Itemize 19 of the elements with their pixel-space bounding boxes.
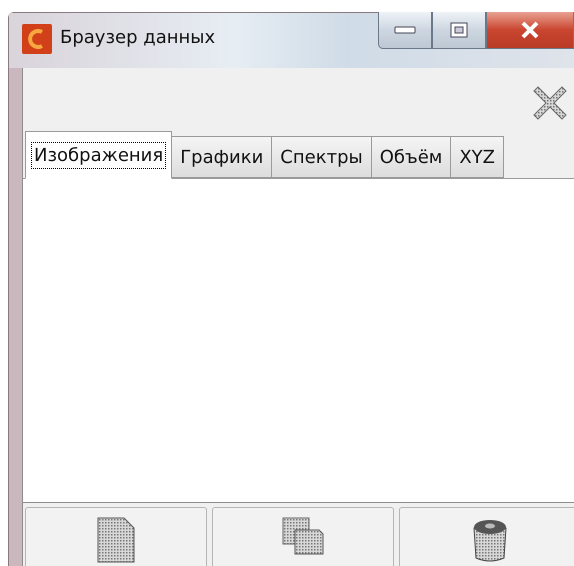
delete-button[interactable] (399, 507, 574, 566)
copy-button[interactable] (212, 507, 394, 566)
app-icon (22, 24, 52, 54)
maximize-button[interactable] (432, 12, 486, 49)
close-window-button[interactable] (486, 12, 574, 49)
tab[interactable]: XYZ (450, 136, 504, 178)
minimize-icon (394, 26, 416, 34)
maximize-icon (450, 22, 468, 38)
close-icon (520, 21, 540, 39)
window-title: Браузер данных (60, 27, 216, 48)
tab[interactable]: Объём (370, 136, 452, 178)
tab[interactable]: Спектры (271, 136, 372, 178)
new-button[interactable] (25, 507, 207, 566)
close-icon (532, 85, 568, 121)
minimize-button[interactable] (378, 12, 432, 49)
tab[interactable]: Изображения (25, 131, 172, 179)
document-icon (96, 516, 136, 564)
copy-icon (281, 516, 325, 556)
tab[interactable]: Графики (171, 136, 272, 178)
